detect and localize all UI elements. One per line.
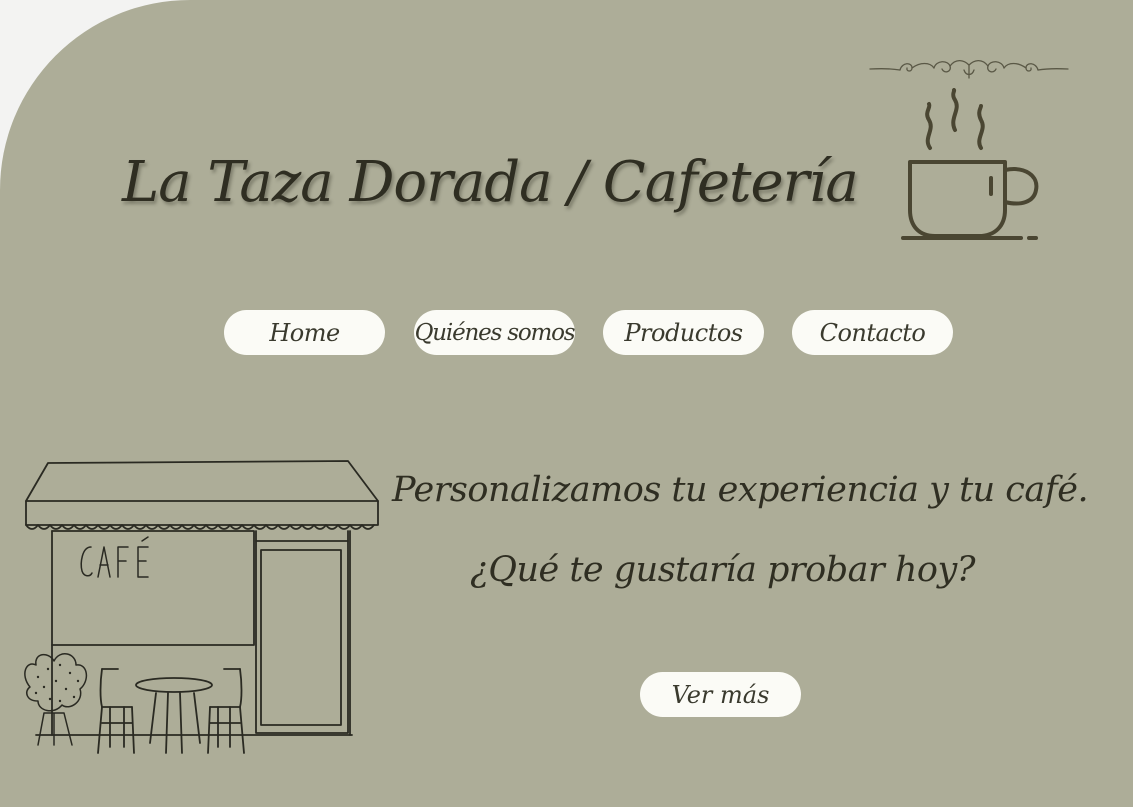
- see-more-button[interactable]: Ver más: [640, 672, 801, 717]
- ornament-flourish-icon: [869, 59, 1069, 79]
- hero-headline: Personalizamos tu experiencia y tu café.: [392, 470, 1089, 510]
- hero-question: ¿Qué te gustaría probar hoy?: [470, 550, 975, 590]
- nav-about-button[interactable]: Quiénes somos: [414, 310, 576, 355]
- site-title: La Taza Dorada / Cafetería: [122, 150, 859, 215]
- coffee-cup-icon: [901, 88, 1039, 240]
- page-background: La Taza Dorada / Cafetería Home Quiénes …: [0, 0, 1133, 807]
- nav-products-button[interactable]: Productos: [603, 310, 764, 355]
- nav-contact-button[interactable]: Contacto: [792, 310, 953, 355]
- nav-home-button[interactable]: Home: [224, 310, 385, 355]
- cafe-storefront-illustration: [24, 460, 379, 754]
